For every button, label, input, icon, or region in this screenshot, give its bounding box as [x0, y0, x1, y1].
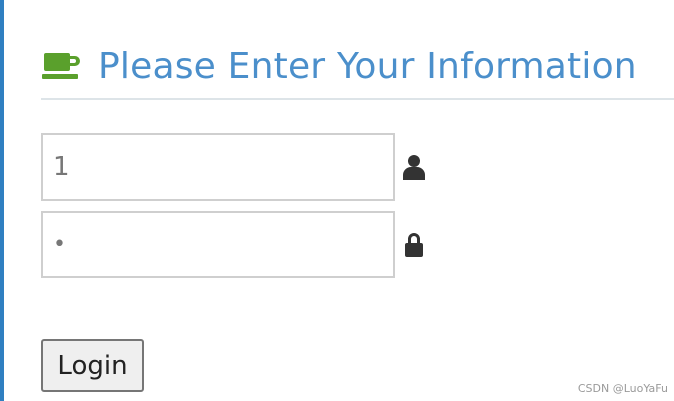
page-header: Please Enter Your Information	[42, 40, 637, 92]
coffee-cup-icon	[42, 53, 80, 79]
password-input[interactable]	[41, 211, 395, 278]
left-accent-bar	[0, 0, 4, 401]
username-row	[41, 133, 425, 201]
password-row	[41, 211, 425, 278]
lock-icon	[405, 232, 423, 257]
title-divider	[41, 98, 674, 100]
page-title: Please Enter Your Information	[98, 45, 637, 87]
login-button[interactable]: Login	[41, 339, 144, 392]
user-icon	[403, 155, 425, 180]
username-input[interactable]	[41, 133, 395, 201]
watermark-text: CSDN @LuoYaFu	[577, 382, 668, 395]
